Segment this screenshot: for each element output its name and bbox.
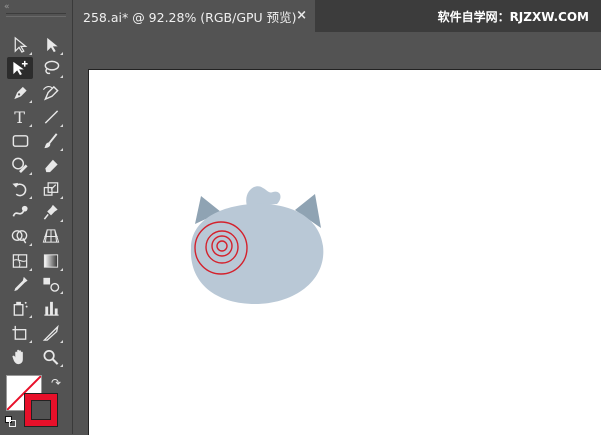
site-watermark: 软件自学网：RJZXW.COM <box>437 10 589 24</box>
tool-flyout-indicator <box>60 75 63 78</box>
mesh-tool[interactable] <box>7 250 33 272</box>
hand-tool[interactable] <box>7 346 33 368</box>
warp-tool[interactable] <box>7 201 33 223</box>
shape-builder-tool[interactable] <box>7 225 33 247</box>
eraser-tool[interactable] <box>38 154 64 176</box>
stroke-swatch-hole <box>31 400 51 420</box>
pin-icon <box>43 204 58 220</box>
artboard-tool[interactable] <box>7 322 33 344</box>
tool-flyout-indicator <box>60 148 63 151</box>
eraser-icon <box>45 159 58 173</box>
pen-icon <box>14 86 27 100</box>
blend-icon <box>43 277 60 292</box>
character-body[interactable] <box>190 203 324 304</box>
graph-icon <box>44 301 59 316</box>
curvature-tool[interactable] <box>38 82 64 104</box>
tool-flyout-indicator <box>29 196 32 199</box>
close-tab-icon[interactable]: × <box>296 8 307 23</box>
scale-tool[interactable] <box>38 178 64 200</box>
zoom-icon <box>43 349 59 365</box>
zoom-tool[interactable] <box>38 346 64 368</box>
tool-flyout-indicator <box>29 340 32 343</box>
arrow-outline-icon <box>14 36 28 53</box>
brush-icon <box>44 133 58 149</box>
tools-panel: « T ↷ <box>0 0 73 434</box>
puppet-warp-tool[interactable] <box>38 201 64 223</box>
canvas-area[interactable] <box>73 32 601 435</box>
paintbrush-tool[interactable] <box>38 130 64 152</box>
shaper-tool[interactable] <box>7 154 33 176</box>
arrow-plus-icon <box>13 60 28 76</box>
gradient-tool[interactable] <box>38 250 64 272</box>
arrow-filled-icon <box>47 37 58 53</box>
curvature-pen-icon <box>42 85 59 101</box>
hand-icon <box>12 349 23 365</box>
symbol-sprayer-tool[interactable] <box>7 297 33 319</box>
tool-flyout-indicator <box>29 52 32 55</box>
lasso-icon <box>44 60 60 75</box>
tool-flyout-indicator <box>29 172 32 175</box>
tool-flyout-indicator <box>60 291 63 294</box>
document-tab-bar: 258.ai* @ 92.28% (RGB/GPU 预览) × 软件自学网：RJ… <box>73 0 601 32</box>
column-graph-tool[interactable] <box>38 297 64 319</box>
perspective-grid-icon <box>42 229 60 243</box>
tool-flyout-indicator <box>60 340 63 343</box>
character-artwork[interactable] <box>177 176 337 316</box>
tool-flyout-indicator <box>29 100 32 103</box>
pen-tool[interactable] <box>7 82 33 104</box>
tool-flyout-indicator <box>29 124 32 127</box>
shape-builder-icon <box>11 230 28 244</box>
artboard-icon <box>12 325 27 340</box>
swap-fill-stroke-icon[interactable]: ↷ <box>51 376 61 390</box>
gradient-icon <box>43 254 59 268</box>
tool-flyout-indicator <box>29 243 32 246</box>
document-tab-title: 258.ai* @ 92.28% (RGB/GPU 预览) <box>83 9 297 25</box>
tool-flyout-indicator <box>29 268 32 271</box>
eyedropper-tool[interactable] <box>7 273 33 295</box>
line-icon <box>44 110 59 124</box>
rectangle-tool[interactable] <box>7 130 33 152</box>
slice-tool[interactable] <box>38 322 64 344</box>
stroke-color-swatch[interactable] <box>24 393 58 427</box>
document-tab[interactable]: 258.ai* @ 92.28% (RGB/GPU 预览) × <box>73 0 315 32</box>
rectangle-icon <box>12 135 29 147</box>
eyedropper-icon <box>14 276 28 292</box>
default-fill-stroke-icon[interactable] <box>5 416 16 427</box>
type-icon: T <box>14 108 25 126</box>
blend-tool[interactable] <box>38 273 64 295</box>
scale-icon <box>43 182 59 196</box>
tool-flyout-indicator <box>60 52 63 55</box>
mesh-icon <box>12 254 28 268</box>
tool-flyout-indicator <box>29 315 32 318</box>
tool-flyout-indicator <box>60 268 63 271</box>
direct-selection-tool[interactable] <box>38 34 64 56</box>
tool-flyout-indicator <box>60 219 63 222</box>
svg-text:T: T <box>14 108 25 126</box>
collapse-panel-button[interactable]: « <box>4 2 9 12</box>
tool-flyout-indicator <box>60 124 63 127</box>
type-tool[interactable]: T <box>7 106 33 128</box>
slice-icon <box>42 324 59 341</box>
tool-flyout-indicator <box>60 196 63 199</box>
group-selection-tool[interactable] <box>7 57 33 79</box>
rotate-tool[interactable] <box>7 178 33 200</box>
line-segment-tool[interactable] <box>38 106 64 128</box>
symbol-sprayer-icon <box>13 301 28 316</box>
tool-flyout-indicator <box>60 364 63 367</box>
artboard[interactable] <box>88 69 601 435</box>
perspective-grid-tool[interactable] <box>38 225 64 247</box>
head-tuft[interactable] <box>246 186 281 206</box>
rotate-icon <box>12 182 27 197</box>
warp-icon <box>12 205 28 217</box>
shaper-icon <box>12 157 28 174</box>
lasso-tool[interactable] <box>38 57 64 79</box>
panel-grip[interactable] <box>6 13 66 17</box>
selection-tool[interactable] <box>7 34 33 56</box>
